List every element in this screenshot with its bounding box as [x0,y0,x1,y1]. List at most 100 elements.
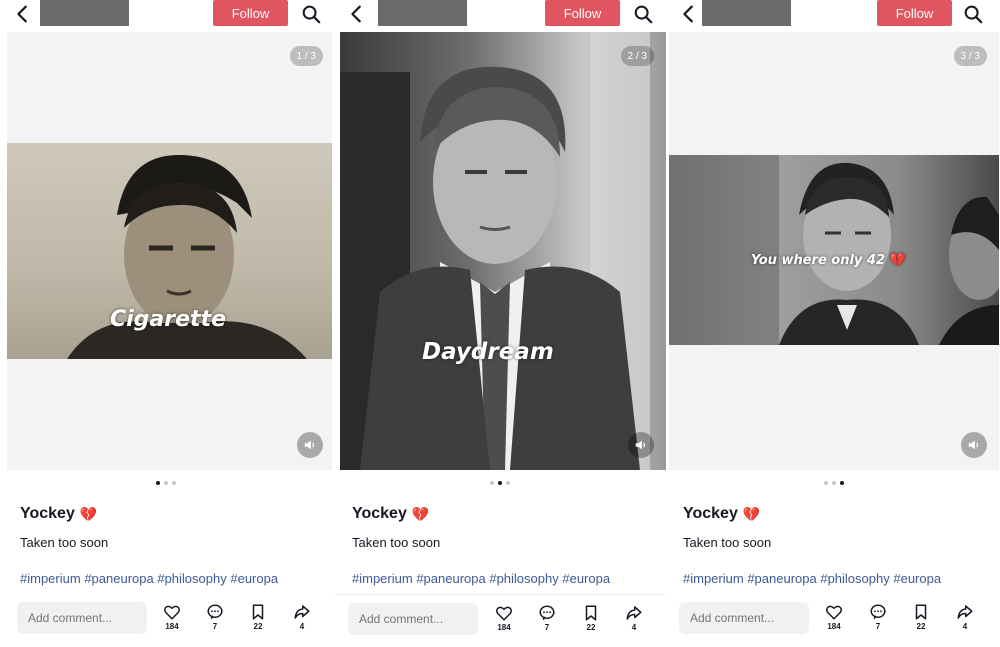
share-button[interactable]: 4 [287,603,317,641]
top-bar: Follow [0,0,332,30]
portrait-illustration [340,32,650,470]
hashtag[interactable]: #philosophy [489,571,558,586]
share-count: 4 [962,622,968,631]
slide-counter: 3 / 3 [953,46,987,66]
broken-heart-emoji: 💔 [411,505,430,522]
hashtag-list: #imperium #paneuropa #philosophy #europa [352,571,610,586]
share-button[interactable]: 4 [950,603,980,641]
broken-heart-emoji: 💔 [742,505,761,522]
carousel-dot [824,481,828,485]
follow-button[interactable]: Follow [545,0,620,26]
slide-overlay-text: Cigarette [110,307,227,332]
post-description: Taken too soon [683,535,772,550]
carousel-dot [832,481,836,485]
back-arrow-icon[interactable] [678,3,700,25]
comment-icon [539,605,555,621]
comments-button[interactable]: 7 [532,604,562,642]
author-text: Yockey [20,505,75,522]
bottom-action-bar: 184 7 22 4 [334,594,666,647]
comment-count: 7 [875,622,881,631]
bookmark-icon [585,605,597,621]
hashtag[interactable]: #europa [230,571,278,586]
follow-button[interactable]: Follow [213,0,288,26]
redacted-username [702,0,791,26]
back-arrow-icon[interactable] [12,3,34,25]
overlay-text: You where only 42 [751,253,886,268]
search-icon[interactable] [632,3,654,25]
carousel-dot [164,481,168,485]
carousel-dot [498,481,502,485]
follow-button[interactable]: Follow [877,0,952,26]
carousel-dot [840,481,844,485]
redacted-username [40,0,129,26]
slide-counter: 1 / 3 [289,46,323,66]
like-count: 184 [827,622,841,631]
share-icon [957,605,973,619]
hashtag[interactable]: #philosophy [820,571,889,586]
bookmark-icon [252,604,264,620]
hashtag[interactable]: #europa [893,571,941,586]
author-name[interactable]: Yockey 💔 [683,505,760,523]
hashtag[interactable]: #paneuropa [416,571,485,586]
heart-icon [826,605,842,620]
author-text: Yockey [352,505,407,522]
portrait-illustration [669,155,999,345]
image-carousel[interactable]: Daydream 2 / 3 [340,32,666,470]
comment-input[interactable] [348,603,478,635]
bookmark-icon [915,604,927,620]
carousel-dot [156,481,160,485]
comment-input[interactable] [679,602,809,634]
comment-count: 7 [212,622,218,631]
author-name[interactable]: Yockey 💔 [20,505,97,523]
sound-icon[interactable] [628,432,654,458]
carousel-dot [506,481,510,485]
comment-input[interactable] [17,602,147,634]
search-icon[interactable] [300,3,322,25]
photo: Daydream [340,32,666,470]
share-button[interactable]: 4 [619,604,649,642]
hashtag[interactable]: #imperium [20,571,81,586]
image-carousel[interactable]: You where only 42 💔 3 / 3 [669,32,999,470]
comments-button[interactable]: 7 [863,603,893,641]
save-button[interactable]: 22 [243,603,273,641]
photo: Cigarette [7,143,332,359]
search-icon[interactable] [962,3,984,25]
carousel-dot [172,481,176,485]
carousel-dot [490,481,494,485]
back-arrow-icon[interactable] [346,3,368,25]
like-button[interactable]: 184 [489,604,519,642]
hashtag[interactable]: #imperium [683,571,744,586]
hashtag[interactable]: #europa [562,571,610,586]
hashtag-list: #imperium #paneuropa #philosophy #europa [20,571,278,586]
save-count: 22 [586,623,596,632]
save-count: 22 [916,622,926,631]
like-button[interactable]: 184 [819,603,849,641]
post-description: Taken too soon [352,535,441,550]
comment-icon [870,604,886,620]
top-bar: Follow [334,0,666,30]
comment-icon [207,604,223,620]
image-carousel[interactable]: Cigarette 1 / 3 [7,32,332,470]
slide-overlay-text: You where only 42 💔 [751,253,906,268]
carousel-dots [0,481,332,485]
share-icon [626,606,642,620]
author-name[interactable]: Yockey 💔 [352,505,429,523]
slide-overlay-text: Daydream [422,339,554,365]
slide-counter: 2 / 3 [620,46,654,66]
hashtag[interactable]: #philosophy [157,571,226,586]
like-button[interactable]: 184 [157,603,187,641]
post-screen-2: Follow Daydream 2 / 3 Yockey 💔 Taken too… [334,0,666,647]
comments-button[interactable]: 7 [200,603,230,641]
sound-icon[interactable] [297,432,323,458]
heart-icon [164,605,180,620]
share-count: 4 [299,622,305,631]
carousel-dots [668,481,1000,485]
hashtag[interactable]: #paneuropa [747,571,816,586]
save-button[interactable]: 22 [576,604,606,642]
save-button[interactable]: 22 [906,603,936,641]
hashtag[interactable]: #imperium [352,571,413,586]
sound-icon[interactable] [961,432,987,458]
share-icon [294,605,310,619]
hashtag[interactable]: #paneuropa [84,571,153,586]
redacted-username [378,0,467,26]
